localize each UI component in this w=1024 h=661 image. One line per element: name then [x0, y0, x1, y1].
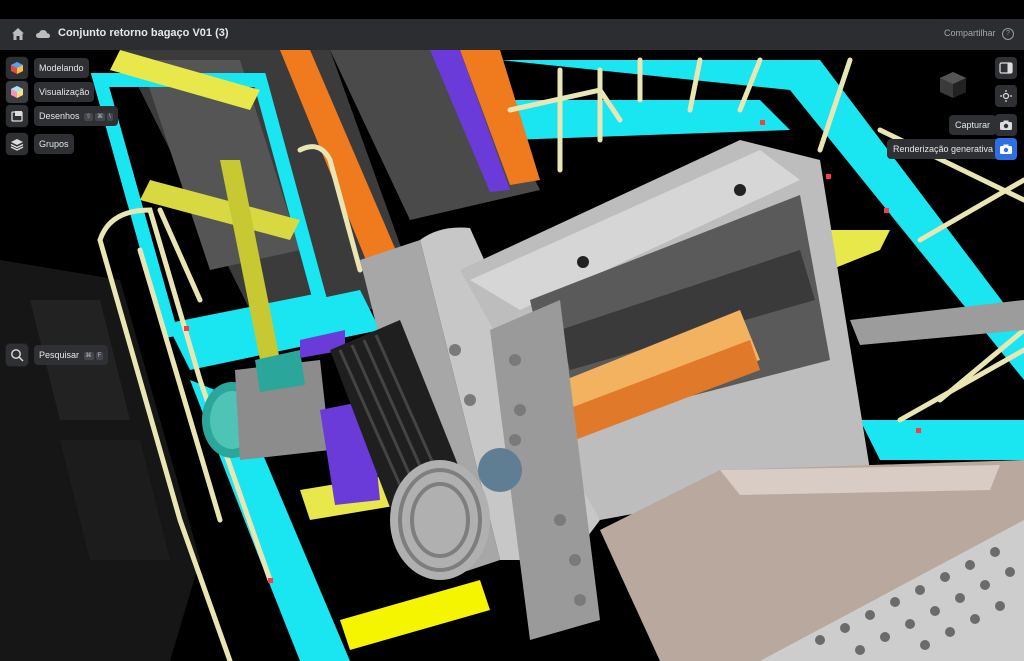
- view-cube-icon[interactable]: [936, 68, 970, 102]
- shortcut-key: F: [95, 351, 104, 360]
- 3d-viewport[interactable]: [0, 50, 1024, 661]
- help-icon[interactable]: ?: [1002, 28, 1014, 40]
- shortcut-key: ⌘: [83, 351, 94, 360]
- shortcut-key: \: [107, 112, 113, 121]
- search-text: Pesquisar: [39, 350, 80, 360]
- visualization-button[interactable]: [6, 81, 28, 103]
- drawings-button[interactable]: [6, 105, 28, 127]
- layers-icon: [10, 139, 24, 151]
- modeling-button[interactable]: [6, 57, 28, 79]
- modeling-label[interactable]: Modelando: [34, 58, 89, 78]
- generative-camera-icon: [1000, 144, 1012, 154]
- drawings-text: Desenhos: [39, 111, 80, 121]
- generative-render-button[interactable]: [995, 138, 1017, 160]
- visualization-label[interactable]: Visualização: [34, 82, 95, 102]
- shortcut-key: ⇧: [84, 112, 94, 121]
- cube-icon: [11, 62, 23, 74]
- share-button[interactable]: Compartilhar: [944, 28, 996, 38]
- search-icon: [11, 349, 24, 362]
- home-icon[interactable]: [11, 27, 25, 41]
- groups-label[interactable]: Grupos: [34, 134, 74, 154]
- generative-render-label[interactable]: Renderização generativa: [887, 139, 1000, 159]
- groups-button[interactable]: [6, 133, 28, 155]
- panel-icon: [999, 62, 1013, 74]
- drawings-label[interactable]: Desenhos ⇧ ⌘ \: [34, 106, 118, 126]
- visualization-icon: [11, 86, 23, 98]
- drawings-icon: [11, 111, 23, 122]
- capture-label[interactable]: Capturar: [949, 115, 997, 135]
- orbit-icon: [1000, 90, 1012, 102]
- capture-button[interactable]: [995, 114, 1017, 136]
- cad-scene[interactable]: [0, 50, 1024, 661]
- orbit-button[interactable]: [995, 85, 1017, 107]
- search-label[interactable]: Pesquisar ⌘ F: [34, 345, 109, 365]
- panel-toggle-button[interactable]: [995, 57, 1017, 79]
- shortcut-key: ⌘: [95, 112, 106, 121]
- camera-icon: [1000, 120, 1012, 130]
- document-title[interactable]: Conjunto retorno bagaço V01 (3): [58, 27, 229, 39]
- os-top-strip: [0, 0, 1024, 19]
- search-button[interactable]: [6, 344, 28, 366]
- app-header: Conjunto retorno bagaço V01 (3) Comparti…: [0, 19, 1024, 50]
- cloud-icon[interactable]: [35, 27, 51, 41]
